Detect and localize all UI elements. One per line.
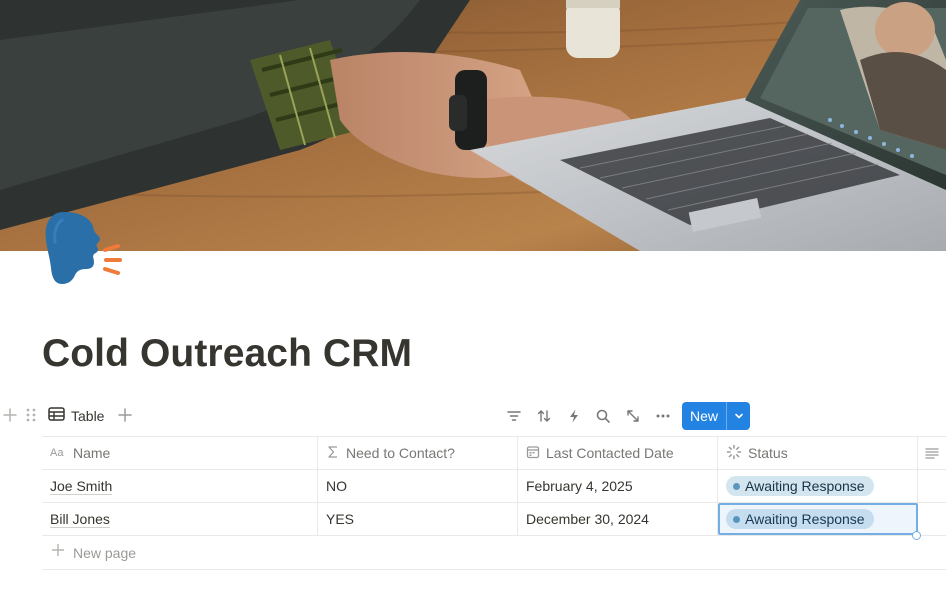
add-view-icon[interactable]: [116, 406, 134, 424]
status-dot-icon: [733, 482, 740, 490]
svg-text:Aa: Aa: [50, 447, 64, 459]
add-property-icon[interactable]: [918, 437, 946, 469]
last-contacted-cell[interactable]: February 4, 2025: [518, 470, 718, 502]
tab-table-view[interactable]: Table: [48, 404, 104, 428]
new-button[interactable]: New: [682, 402, 750, 430]
text-property-icon: Aa: [50, 445, 67, 462]
sort-icon[interactable]: [534, 406, 554, 426]
search-icon[interactable]: [593, 406, 613, 426]
column-header-label: Last Contacted Date: [546, 445, 674, 461]
row-title[interactable]: Joe Smith: [50, 478, 112, 494]
column-header-status[interactable]: Status: [718, 437, 918, 469]
name-cell[interactable]: Joe Smith: [42, 470, 318, 502]
table-header-row: Aa Name Need to Contact? Last Contacted …: [42, 436, 946, 470]
page-title[interactable]: Cold Outreach CRM: [42, 330, 412, 378]
speaking-head-icon[interactable]: [42, 208, 124, 288]
table-row[interactable]: Bill Jones YES December 30, 2024 Awaitin…: [42, 503, 946, 536]
table-row[interactable]: Joe Smith NO February 4, 2025 Awaiting R…: [42, 470, 946, 503]
view-toolbar: Table New: [0, 400, 946, 432]
filter-icon[interactable]: [504, 406, 524, 426]
row-title[interactable]: Bill Jones: [50, 511, 110, 527]
status-icon: [726, 444, 742, 463]
trailing-cell: [918, 470, 946, 502]
status-badge: Awaiting Response: [726, 509, 874, 529]
column-header-label: Status: [748, 445, 788, 461]
drag-handle-icon[interactable]: [23, 406, 39, 424]
more-icon[interactable]: [653, 406, 673, 426]
cover-photo: [0, 0, 946, 251]
status-cell[interactable]: Awaiting Response: [718, 470, 918, 502]
new-page-label: New page: [73, 544, 137, 561]
fill-handle[interactable]: [912, 531, 921, 540]
column-header-need-to-contact[interactable]: Need to Contact?: [318, 437, 518, 469]
database-table: Aa Name Need to Contact? Last Contacted …: [42, 436, 946, 570]
formula-icon: [326, 445, 340, 462]
new-button-label[interactable]: New: [682, 402, 726, 430]
plus-icon: [51, 543, 65, 562]
column-header-name[interactable]: Aa Name: [42, 437, 318, 469]
need-to-contact-cell[interactable]: YES: [318, 503, 518, 535]
status-badge: Awaiting Response: [726, 476, 874, 496]
chevron-down-icon[interactable]: [727, 402, 750, 430]
name-cell[interactable]: Bill Jones: [42, 503, 318, 535]
new-page-row[interactable]: New page: [42, 536, 946, 570]
automation-icon[interactable]: [564, 406, 584, 426]
trailing-cell: [918, 503, 946, 535]
tab-label: Table: [71, 408, 105, 424]
status-label: Awaiting Response: [745, 511, 865, 527]
status-cell[interactable]: Awaiting Response: [718, 503, 918, 535]
status-label: Awaiting Response: [745, 478, 865, 494]
calendar-icon: [526, 445, 540, 462]
last-contacted-cell[interactable]: December 30, 2024: [518, 503, 718, 535]
column-header-label: Need to Contact?: [346, 445, 455, 461]
need-to-contact-cell[interactable]: NO: [318, 470, 518, 502]
add-block-icon[interactable]: [1, 406, 19, 424]
column-header-label: Name: [73, 445, 111, 461]
column-header-last-contacted[interactable]: Last Contacted Date: [518, 437, 718, 469]
table-icon: [48, 406, 65, 426]
expand-icon[interactable]: [623, 406, 643, 426]
status-dot-icon: [733, 515, 740, 523]
